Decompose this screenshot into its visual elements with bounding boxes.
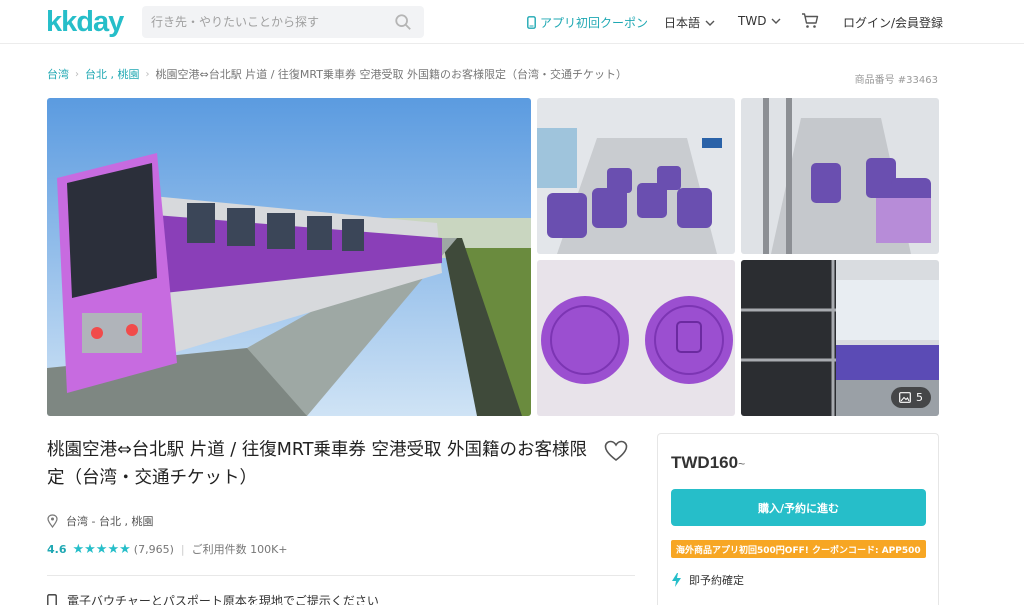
language-selector[interactable]: 日本語 <box>664 14 716 31</box>
rating-score: 4.6 <box>47 542 67 556</box>
photo-train-interior-2[interactable] <box>741 98 939 254</box>
cart-icon <box>802 13 819 28</box>
instant-confirmation-label: 即予約確定 <box>689 574 744 587</box>
app-coupon-link[interactable]: アプリ初回クーポン <box>527 14 648 31</box>
product-rating[interactable]: 4.6 ★★★★★ (7,965) | ご利用件数 100K+ <box>47 541 288 557</box>
search-bar[interactable] <box>142 6 424 38</box>
price-label: TWD160~ <box>671 453 745 473</box>
rating-stars: ★★★★★ <box>72 541 131 557</box>
breadcrumb-item-taipei-taoyuan[interactable]: 台北 , 桃園 <box>85 66 140 82</box>
breadcrumb-separator: › <box>75 68 79 80</box>
currency-selector[interactable]: TWD <box>738 14 782 28</box>
photo-train-interior-1[interactable] <box>537 98 735 254</box>
chevron-down-icon <box>705 20 715 26</box>
search-icon[interactable] <box>394 13 412 31</box>
product-location: 台湾 - 台北 , 桃園 <box>47 513 153 529</box>
photo-count-badge[interactable]: 5 <box>891 387 931 408</box>
cart-button[interactable] <box>801 12 819 29</box>
price-value: TWD160 <box>671 453 739 472</box>
phone-icon <box>527 16 536 29</box>
breadcrumb: 台湾 › 台北 , 桃園 › 桃園空港⇔台北駅 片道 / 往復MRT乗車券 空港… <box>47 66 627 82</box>
breadcrumb-item-taiwan[interactable]: 台湾 <box>47 66 69 82</box>
photo-luggage-rack[interactable]: 5 <box>741 260 939 416</box>
section-divider <box>47 575 635 576</box>
instant-confirmation: 即予約確定 <box>672 572 744 588</box>
search-input[interactable] <box>142 6 392 38</box>
product-title: 桃園空港⇔台北駅 片道 / 往復MRT乗車券 空港受取 外国籍のお客様限定（台湾… <box>47 440 588 488</box>
heart-icon[interactable] <box>604 440 628 462</box>
lightning-icon <box>672 573 681 587</box>
voucher-note: 電子バウチャーとパスポート原本を現地でご提示ください <box>47 592 379 605</box>
app-promo-badge: 海外商品アプリ初回500円OFF! クーポンコード: APP500 <box>671 540 926 558</box>
top-header: kkday アプリ初回クーポン 日本語 TWD ログイン/会員登 <box>0 0 1024 44</box>
photo-count-label: 5 <box>916 391 923 404</box>
currency-label: TWD <box>738 14 767 28</box>
chevron-down-icon <box>771 18 781 24</box>
app-coupon-label: アプリ初回クーポン <box>540 16 649 30</box>
usage-count: ご利用件数 100K+ <box>191 543 288 556</box>
kkday-logo[interactable]: kkday <box>46 6 124 39</box>
product-number: 商品番号 #33463 <box>854 75 938 86</box>
rating-divider: | <box>180 542 185 556</box>
photo-tokens[interactable] <box>537 260 735 416</box>
booking-card: TWD160~ 購入/予約に進む 海外商品アプリ初回500円OFF! クーポンコ… <box>657 433 939 605</box>
location-pin-icon <box>47 514 58 528</box>
location-label: 台湾 - 台北 , 桃園 <box>66 515 154 528</box>
breadcrumb-separator: › <box>145 68 150 80</box>
breadcrumb-item-current: 桃園空港⇔台北駅 片道 / 往復MRT乗車券 空港受取 外国籍のお客様限定（台湾… <box>155 68 627 81</box>
voucher-icon <box>47 594 57 605</box>
book-now-button[interactable]: 購入/予約に進む <box>671 489 926 526</box>
review-count[interactable]: (7,965) <box>134 543 174 556</box>
image-icon <box>899 392 911 403</box>
main-photo-train[interactable] <box>47 98 531 416</box>
language-label: 日本語 <box>664 16 701 30</box>
price-suffix: ~ <box>738 457 746 471</box>
voucher-text: 電子バウチャーとパスポート原本を現地でご提示ください <box>67 594 379 605</box>
login-register-link[interactable]: ログイン/会員登録 <box>843 14 943 31</box>
